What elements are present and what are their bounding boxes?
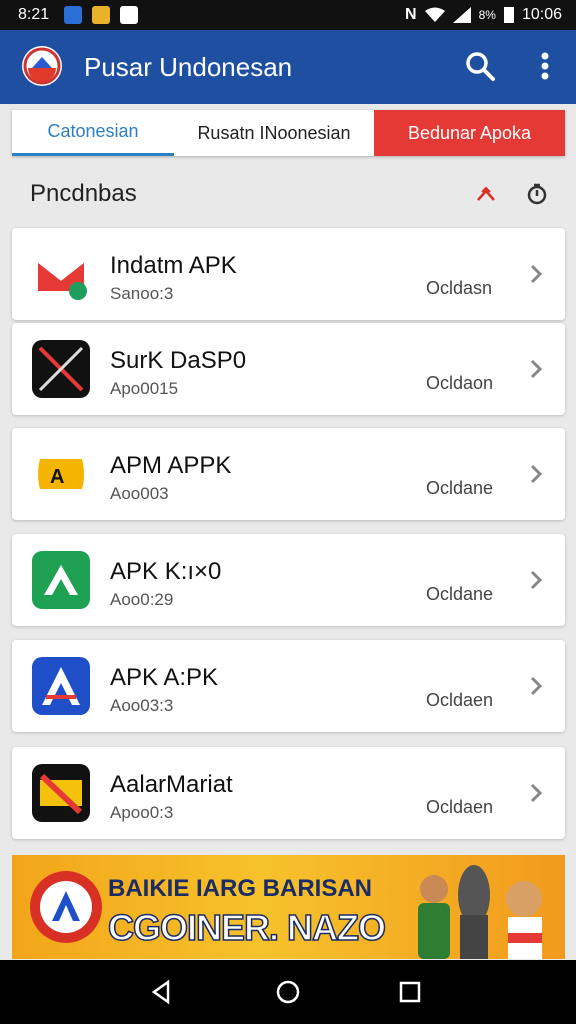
promo-banner[interactable]: BAIKIE IARG BARISAN CGOINER. NAZO [12,855,565,959]
gmail-like-icon [32,245,90,303]
app-code: Aoo003 [110,484,169,503]
app-name: APK K:ı×0 [110,558,222,585]
banner-characters-icon [418,865,542,959]
collapse-icon[interactable] [474,182,498,206]
app-name: APM APPK [110,452,232,479]
list-item[interactable]: Indatm APK Sanoo:3 Ocldasn [12,228,565,320]
more-options-icon[interactable] [530,48,560,84]
status-time: 8:21 [18,6,50,23]
banner-headline: BAIKIE IARG BARISAN [108,875,373,902]
app-bar: Pusar Undonesan [0,30,576,104]
app-title: Pusar Undonesan [84,52,293,82]
battery-percent: 8% [478,8,496,22]
nfc-icon: N [405,6,417,23]
app-code: Aoo0:29 [110,590,174,609]
status-clock: 10:06 [521,6,562,23]
app-code: Apoo0:3 [110,803,174,822]
chevron-right-icon [530,783,543,803]
tab-catonesian[interactable]: Catonesian [12,110,174,156]
green-arrow-icon [32,551,90,609]
list-item[interactable]: APK K:ı×0 Aoo0:29 Ocldane [12,534,565,626]
list-item[interactable]: SurK DaSP0 Apo0015 Ocldaon [12,323,565,415]
chevron-right-icon [530,359,543,379]
scroll-icon: A [32,445,90,503]
app-code: Aoo03:3 [110,696,174,715]
chevron-right-icon [530,464,543,484]
search-icon[interactable] [464,50,496,82]
section-title: Pncdnbas [30,180,137,207]
app-status: Ocldaon [426,373,494,393]
system-nav-bar [0,960,576,1024]
battery-icon [503,7,514,23]
image-notification-icon [64,6,82,24]
blue-a-icon [32,657,90,715]
banner-logo-icon [30,871,102,943]
app-code: Apo0015 [110,379,179,398]
tab-rusatn-inoonesian[interactable]: Rusatn INoonesian [174,110,374,156]
wifi-icon [424,7,445,22]
recents-icon[interactable] [394,976,426,1008]
no-sign-icon [32,764,90,822]
list-item[interactable]: AalarMariat Apoo0:3 Ocldaen [12,747,565,839]
app-status: Ocldane [426,584,494,604]
status-bar: 8:21 N 8% 10:06 [0,0,576,30]
app-code: Sanoo:3 [110,284,174,303]
app-status: Ocldane [426,478,494,498]
app-name: APK A:PK [110,664,219,691]
app-notification-icon [92,6,110,24]
app-status: Ocldasn [426,278,493,298]
tab-bar: Catonesian Rusatn INoonesian Bedunar Apo… [12,110,565,156]
app-name: Indatm APK [110,252,237,279]
app-name: AalarMariat [110,771,233,798]
cat-notification-icon [120,6,138,24]
app-logo-icon [22,46,62,86]
chevron-right-icon [530,264,543,284]
app-name: SurK DaSP0 [110,347,247,374]
crossed-swords-icon [32,340,90,398]
app-status: Ocldaen [426,797,494,817]
chevron-right-icon [530,570,543,590]
back-icon[interactable] [146,976,178,1008]
list-item[interactable]: A APM APPK Aoo003 Ocldane [12,428,565,520]
list-item[interactable]: APK A:PK Aoo03:3 Ocldaen [12,640,565,732]
app-status: Ocldaen [426,690,494,710]
home-icon[interactable] [272,976,304,1008]
timer-icon[interactable] [525,182,549,206]
svg-text:A: A [50,466,64,488]
tab-bedunar-apoka[interactable]: Bedunar Apoka [374,110,565,156]
signal-icon [452,7,471,23]
chevron-right-icon [530,676,543,696]
banner-title: CGOINER. NAZO [107,906,387,949]
